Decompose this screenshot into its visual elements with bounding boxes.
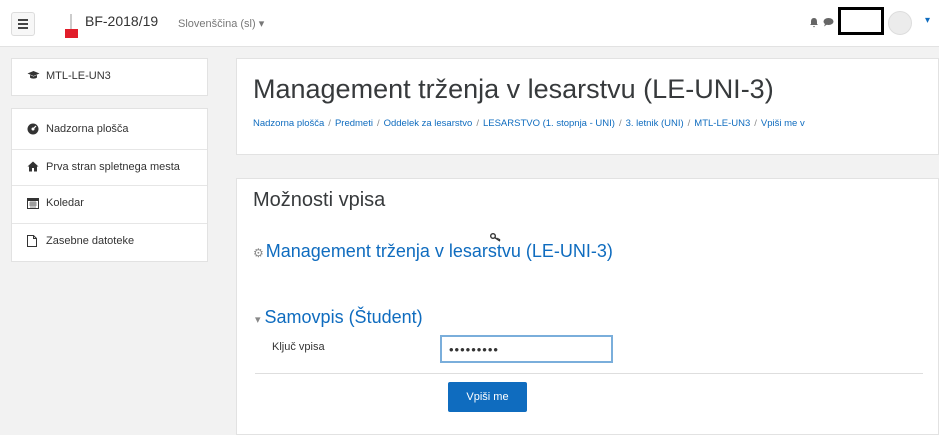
divider	[255, 373, 923, 374]
user-avatar[interactable]	[888, 11, 912, 35]
user-name-box[interactable]	[838, 7, 884, 35]
site-logo	[65, 14, 78, 38]
calendar-icon	[27, 197, 41, 212]
breadcrumb-item[interactable]: 3. letnik (UNI)	[626, 118, 684, 129]
sidebar-item-home[interactable]: Prva stran spletnega mesta	[12, 150, 207, 187]
sidebar-item-private-files[interactable]: Zasebne datoteke	[12, 224, 207, 261]
breadcrumb-item[interactable]: Predmeti	[335, 118, 373, 129]
page-title: Management trženja v lesarstvu (LE-UNI-3…	[253, 74, 774, 104]
sidebar-item-label: Nadzorna plošča	[46, 123, 129, 135]
enrolment-options-card: Možnosti vpisa ⚙ Management trženja v les…	[236, 178, 939, 435]
sidebar-item-calendar[interactable]: Koledar	[12, 186, 207, 223]
home-icon	[27, 161, 41, 175]
enrolment-key-field[interactable]: •••••••••	[440, 335, 613, 363]
sidebar-item-label: MTL-LE-UN3	[46, 70, 111, 82]
course-link-text[interactable]: Management trženja v lesarstvu (LE-UNI-3…	[266, 241, 613, 261]
top-navbar: BF-2018/19 Slovenščina (sl) ▾ ▾	[0, 0, 939, 47]
course-icon: ⚙	[253, 246, 264, 260]
breadcrumb-item[interactable]: Vpiši me v	[761, 118, 805, 129]
course-link[interactable]: ⚙ Management trženja v lesarstvu (LE-UNI-…	[253, 241, 613, 262]
breadcrumb-item[interactable]: MTL-LE-UN3	[694, 118, 750, 129]
collapse-icon: ▾	[255, 314, 261, 326]
enrol-me-button[interactable]: Vpiši me	[448, 382, 527, 412]
sidebar-item-label: Koledar	[46, 197, 84, 209]
sidebar-item-label: Zasebne datoteke	[46, 235, 135, 247]
bell-icon[interactable]	[809, 17, 819, 31]
key-icon	[490, 233, 501, 245]
breadcrumb-item[interactable]: Oddelek za lesarstvo	[384, 118, 473, 129]
breadcrumb-item[interactable]: LESARSTVO (1. stopnja - UNI)	[483, 118, 615, 129]
dashboard-icon	[27, 123, 41, 138]
site-name[interactable]: BF-2018/19	[85, 13, 158, 29]
sidebar-item-course[interactable]: MTL-LE-UN3	[12, 59, 207, 96]
section-heading: Možnosti vpisa	[253, 189, 386, 211]
language-selector[interactable]: Slovenščina (sl) ▾	[178, 17, 264, 30]
page-header: Management trženja v lesarstvu (LE-UNI-3…	[236, 58, 939, 155]
sidebar-item-dashboard[interactable]: Nadzorna plošča	[12, 112, 207, 149]
self-enrolment-section-toggle[interactable]: ▾ Samovpis (Študent)	[255, 307, 423, 328]
graduation-cap-icon	[27, 70, 41, 83]
breadcrumb: Nadzorna plošča / Predmeti / Oddelek za lesa…	[253, 118, 805, 129]
chat-icon[interactable]	[823, 17, 834, 30]
menu-icon[interactable]	[11, 12, 35, 36]
section-title: Samovpis (Študent)	[264, 307, 423, 327]
sidebar-course-block: MTL-LE-UN3	[11, 58, 208, 96]
caret-down-icon[interactable]: ▾	[925, 15, 930, 26]
breadcrumb-item[interactable]: Nadzorna plošča	[253, 118, 324, 129]
file-icon	[27, 235, 41, 250]
sidebar-item-label: Prva stran spletnega mesta	[46, 161, 180, 173]
sidebar-nav-block: Nadzorna plošča Prva stran spletnega mes…	[11, 108, 208, 262]
enrolment-key-label: Ključ vpisa	[272, 341, 325, 353]
